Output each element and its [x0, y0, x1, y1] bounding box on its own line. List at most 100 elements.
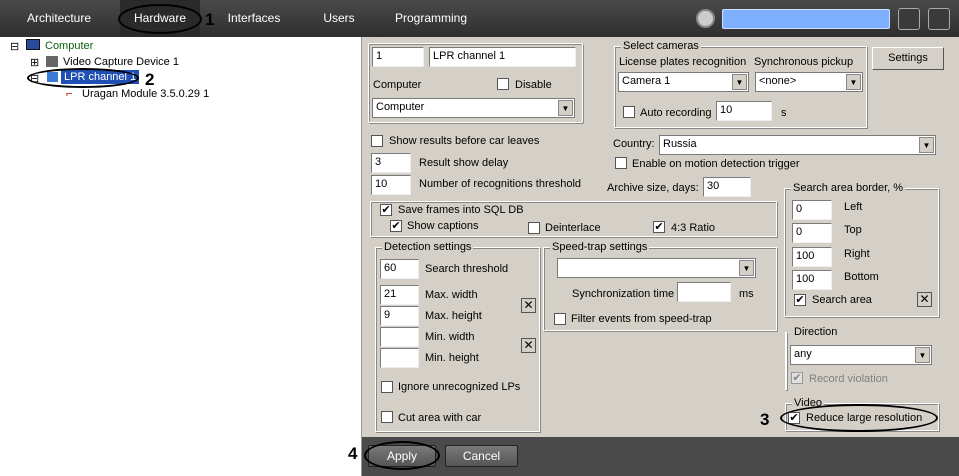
- sync-pickup-label: Synchronous pickup: [754, 56, 854, 68]
- speedtrap-select[interactable]: ▼: [557, 258, 756, 278]
- search-input[interactable]: [722, 9, 890, 29]
- right-field[interactable]: 100: [792, 247, 832, 267]
- tree-video-capture[interactable]: Video Capture Device 1: [63, 56, 179, 68]
- tab-programming[interactable]: Programming: [388, 0, 474, 37]
- max-height-field[interactable]: 9: [380, 306, 419, 326]
- sync-time-field[interactable]: [677, 282, 731, 302]
- show-results-label: Show results before car leaves: [389, 135, 540, 147]
- save-frames-label: Save frames into SQL DB: [398, 204, 524, 216]
- direction-title: Direction: [792, 326, 840, 338]
- recognitions-label: Number of recognitions threshold: [419, 178, 582, 190]
- max-height-label: Max. height: [425, 310, 482, 322]
- annotation-3: 3: [760, 410, 770, 429]
- min-width-field[interactable]: [380, 327, 419, 347]
- country-select-value: Russia: [663, 138, 697, 150]
- direction-select-value: any: [794, 348, 812, 360]
- record-violation-label: Record violation: [809, 373, 888, 385]
- archive-size-field[interactable]: 30: [703, 177, 751, 197]
- detection-title: Detection settings: [382, 241, 474, 253]
- camera-icon: [46, 56, 58, 67]
- chevron-down-icon: ▼: [919, 137, 934, 153]
- menu-icon[interactable]: [928, 8, 950, 30]
- highlight-ring-4: [364, 441, 440, 470]
- show-captions-checkbox[interactable]: ✔: [390, 220, 402, 232]
- ms-label: ms: [739, 288, 754, 300]
- close-icon[interactable]: ✕: [521, 298, 536, 313]
- left-field[interactable]: 0: [792, 200, 832, 220]
- chevron-down-icon: ▼: [558, 100, 573, 116]
- tab-users[interactable]: Users: [312, 0, 366, 37]
- min-height-label: Min. height: [425, 352, 479, 364]
- result-delay-label: Result show delay: [419, 157, 509, 169]
- settings-panel: 1 LPR channel 1 Computer Disable Compute…: [362, 37, 959, 437]
- disable-checkbox[interactable]: [497, 78, 509, 90]
- bottom-field[interactable]: 100: [792, 270, 832, 290]
- search-area-label: Search area: [812, 294, 872, 306]
- ignore-lp-checkbox[interactable]: [381, 381, 393, 393]
- record-violation-checkbox[interactable]: ✔: [791, 372, 803, 384]
- computer-select-value: Computer: [376, 101, 425, 113]
- computer-select[interactable]: Computer ▼: [372, 98, 575, 118]
- camera-select[interactable]: Camera 1 ▼: [618, 72, 749, 92]
- filter-speedtrap-checkbox[interactable]: [554, 313, 566, 325]
- annotation-1: 1: [205, 10, 215, 29]
- computer-label: Computer: [373, 79, 422, 91]
- cancel-button[interactable]: Cancel: [445, 445, 518, 467]
- direction-select[interactable]: any ▼: [790, 345, 932, 365]
- search-threshold-label: Search threshold: [425, 263, 509, 275]
- settings-gear-icon[interactable]: [696, 9, 715, 28]
- search-threshold-field[interactable]: 60: [380, 259, 419, 279]
- auto-recording-field[interactable]: 10: [716, 101, 772, 121]
- show-results-checkbox[interactable]: [371, 135, 383, 147]
- camera-select-value: Camera 1: [622, 75, 671, 87]
- select-cameras-title: Select cameras: [621, 40, 701, 52]
- top-field[interactable]: 0: [792, 223, 832, 243]
- sync-time-label: Synchronization time: [572, 288, 675, 300]
- min-height-field[interactable]: [380, 348, 419, 368]
- right-label: Right: [844, 248, 870, 260]
- name-field[interactable]: LPR channel 1: [429, 47, 576, 67]
- result-delay-field[interactable]: 3: [371, 153, 411, 173]
- recognitions-field[interactable]: 10: [371, 175, 411, 195]
- annotation-4: 4: [348, 444, 358, 463]
- layout-grid-icon[interactable]: [898, 8, 920, 30]
- chevron-down-icon: ▼: [739, 260, 754, 276]
- min-width-label: Min. width: [425, 331, 475, 343]
- max-width-label: Max. width: [425, 289, 478, 301]
- ratio-checkbox[interactable]: ✔: [653, 221, 665, 233]
- search-area-checkbox[interactable]: ✔: [794, 294, 806, 306]
- lpr-camera-label: License plates recognition: [619, 56, 747, 68]
- cut-area-checkbox[interactable]: [381, 411, 393, 423]
- settings-button[interactable]: Settings: [872, 47, 944, 70]
- sync-pickup-select[interactable]: <none> ▼: [755, 72, 863, 92]
- cut-area-label: Cut area with car: [398, 412, 482, 424]
- close-icon[interactable]: ✕: [917, 292, 932, 307]
- computer-icon: [26, 39, 40, 50]
- highlight-ring-2: [27, 68, 139, 88]
- deinterlace-label: Deinterlace: [545, 222, 601, 234]
- tab-interfaces[interactable]: Interfaces: [218, 0, 290, 37]
- auto-recording-checkbox[interactable]: [623, 106, 635, 118]
- max-width-field[interactable]: 21: [380, 285, 419, 305]
- close-icon[interactable]: ✕: [521, 338, 536, 353]
- highlight-ring-1: [118, 4, 202, 34]
- hardware-tree: ⊟ Computer ⊞ Video Capture Device 1 ⊟ LP…: [0, 37, 362, 476]
- tab-architecture[interactable]: Architecture: [18, 0, 100, 37]
- chevron-down-icon: ▼: [915, 347, 930, 363]
- deinterlace-checkbox[interactable]: [528, 222, 540, 234]
- tree-expander[interactable]: ⊞: [30, 56, 39, 69]
- filter-speedtrap-label: Filter events from speed-trap: [571, 313, 712, 325]
- save-frames-checkbox[interactable]: ✔: [380, 204, 392, 216]
- archive-size-label: Archive size, days:: [607, 182, 699, 194]
- id-field[interactable]: 1: [372, 47, 424, 67]
- tree-computer[interactable]: Computer: [45, 40, 93, 52]
- ratio-label: 4:3 Ratio: [671, 222, 716, 234]
- seconds-label: s: [781, 107, 787, 119]
- module-icon: ⌐: [66, 88, 73, 100]
- tree-expander[interactable]: ⊟: [10, 40, 19, 53]
- country-select[interactable]: Russia ▼: [659, 135, 936, 155]
- motion-trigger-checkbox[interactable]: [615, 157, 627, 169]
- ignore-lp-label: Ignore unrecognized LPs: [398, 381, 521, 393]
- motion-trigger-label: Enable on motion detection trigger: [632, 158, 800, 170]
- bottom-label: Bottom: [844, 271, 879, 283]
